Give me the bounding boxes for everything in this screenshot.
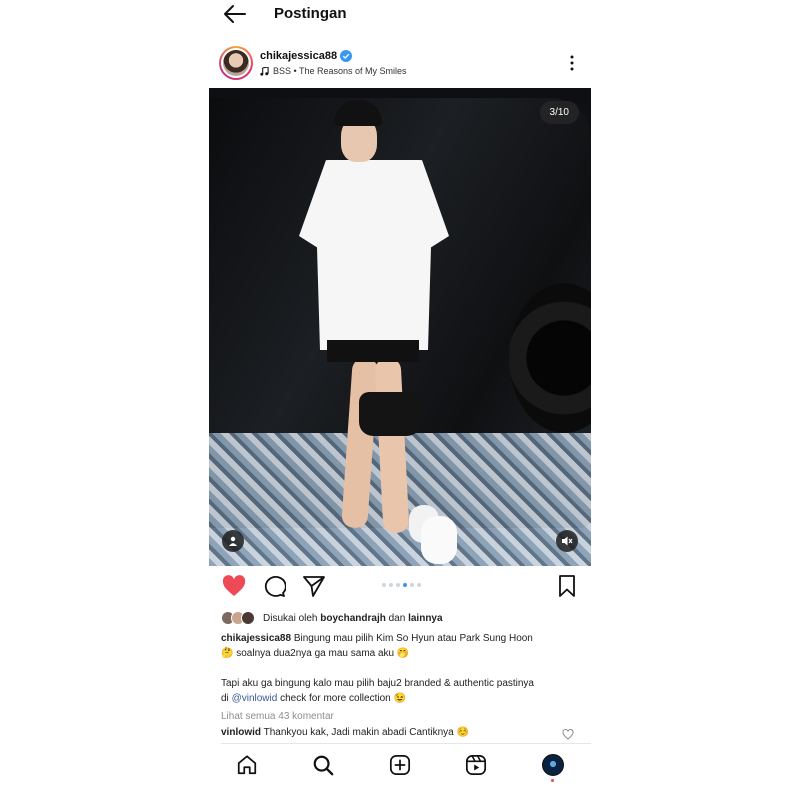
tagged-people-button[interactable]	[222, 530, 244, 552]
send-icon[interactable]	[302, 575, 326, 597]
post-username[interactable]: chikajessica88	[260, 50, 337, 62]
more-vertical-icon[interactable]	[569, 54, 575, 72]
view-all-comments-link[interactable]: Lihat semua 43 komentar	[221, 711, 334, 722]
nav-new-post[interactable]	[387, 752, 413, 778]
likes-row[interactable]: Disukai oleh boychandrajh dan lainnya	[221, 608, 443, 628]
carousel-dot	[417, 583, 421, 587]
liker-avatar	[241, 611, 255, 625]
mention-link[interactable]: @vinlowid	[232, 693, 278, 704]
nav-home[interactable]	[234, 752, 260, 778]
carousel-dot	[403, 583, 407, 587]
speaker-muted-icon	[562, 536, 573, 546]
comment-username[interactable]: vinlowid	[221, 727, 261, 738]
divider	[221, 743, 591, 744]
plus-square-icon	[389, 754, 411, 776]
music-label: BSS • The Reasons of My Smiles	[273, 66, 407, 76]
home-icon	[237, 755, 257, 775]
reels-icon	[465, 754, 487, 776]
comment-icon[interactable]	[262, 575, 286, 597]
person-figure	[299, 100, 457, 566]
carousel-dot	[396, 583, 400, 587]
bottom-navigation	[209, 745, 591, 785]
top-bar: Postingan	[209, 0, 591, 30]
heart-outline-icon[interactable]	[562, 729, 574, 740]
profile-avatar	[542, 754, 564, 776]
mute-button[interactable]	[556, 530, 578, 552]
post-header: chikajessica88 BSS • The Reasons of My S…	[209, 44, 591, 84]
post-image[interactable]: 3/10	[209, 88, 591, 566]
likes-others[interactable]: lainnya	[408, 613, 442, 624]
heart-filled-icon[interactable]	[222, 575, 246, 597]
carousel-dot	[382, 583, 386, 587]
user-icon	[229, 536, 237, 546]
music-info[interactable]: BSS • The Reasons of My Smiles	[260, 66, 407, 76]
carousel-dot	[389, 583, 393, 587]
post-actions	[209, 570, 591, 602]
post-caption: chikajessica88 Bingung mau pilih Kim So …	[221, 633, 534, 704]
page-title: Postingan	[274, 5, 347, 22]
likes-text: Disukai oleh boychandrajh dan lainnya	[263, 612, 443, 624]
liker-username[interactable]: boychandrajh	[320, 613, 386, 624]
back-arrow-icon[interactable]	[223, 4, 247, 24]
caption-author[interactable]: chikajessica88	[221, 633, 291, 644]
media-counter: 3/10	[539, 101, 579, 124]
bookmark-icon[interactable]	[555, 575, 579, 597]
nav-reels[interactable]	[463, 752, 489, 778]
avatar[interactable]	[219, 46, 253, 80]
music-note-icon	[260, 66, 269, 76]
verified-badge-icon	[340, 50, 352, 62]
comment-row: vinlowid Thankyou kak, Jadi makin abadi …	[221, 727, 586, 740]
comment-text: Thankyou kak, Jadi makin abadi Cantiknya…	[263, 727, 469, 738]
nav-search[interactable]	[310, 752, 336, 778]
search-icon	[313, 755, 334, 776]
nav-profile[interactable]	[540, 752, 566, 782]
carousel-indicator	[382, 583, 421, 587]
notification-dot	[551, 779, 554, 782]
carousel-dot	[410, 583, 414, 587]
